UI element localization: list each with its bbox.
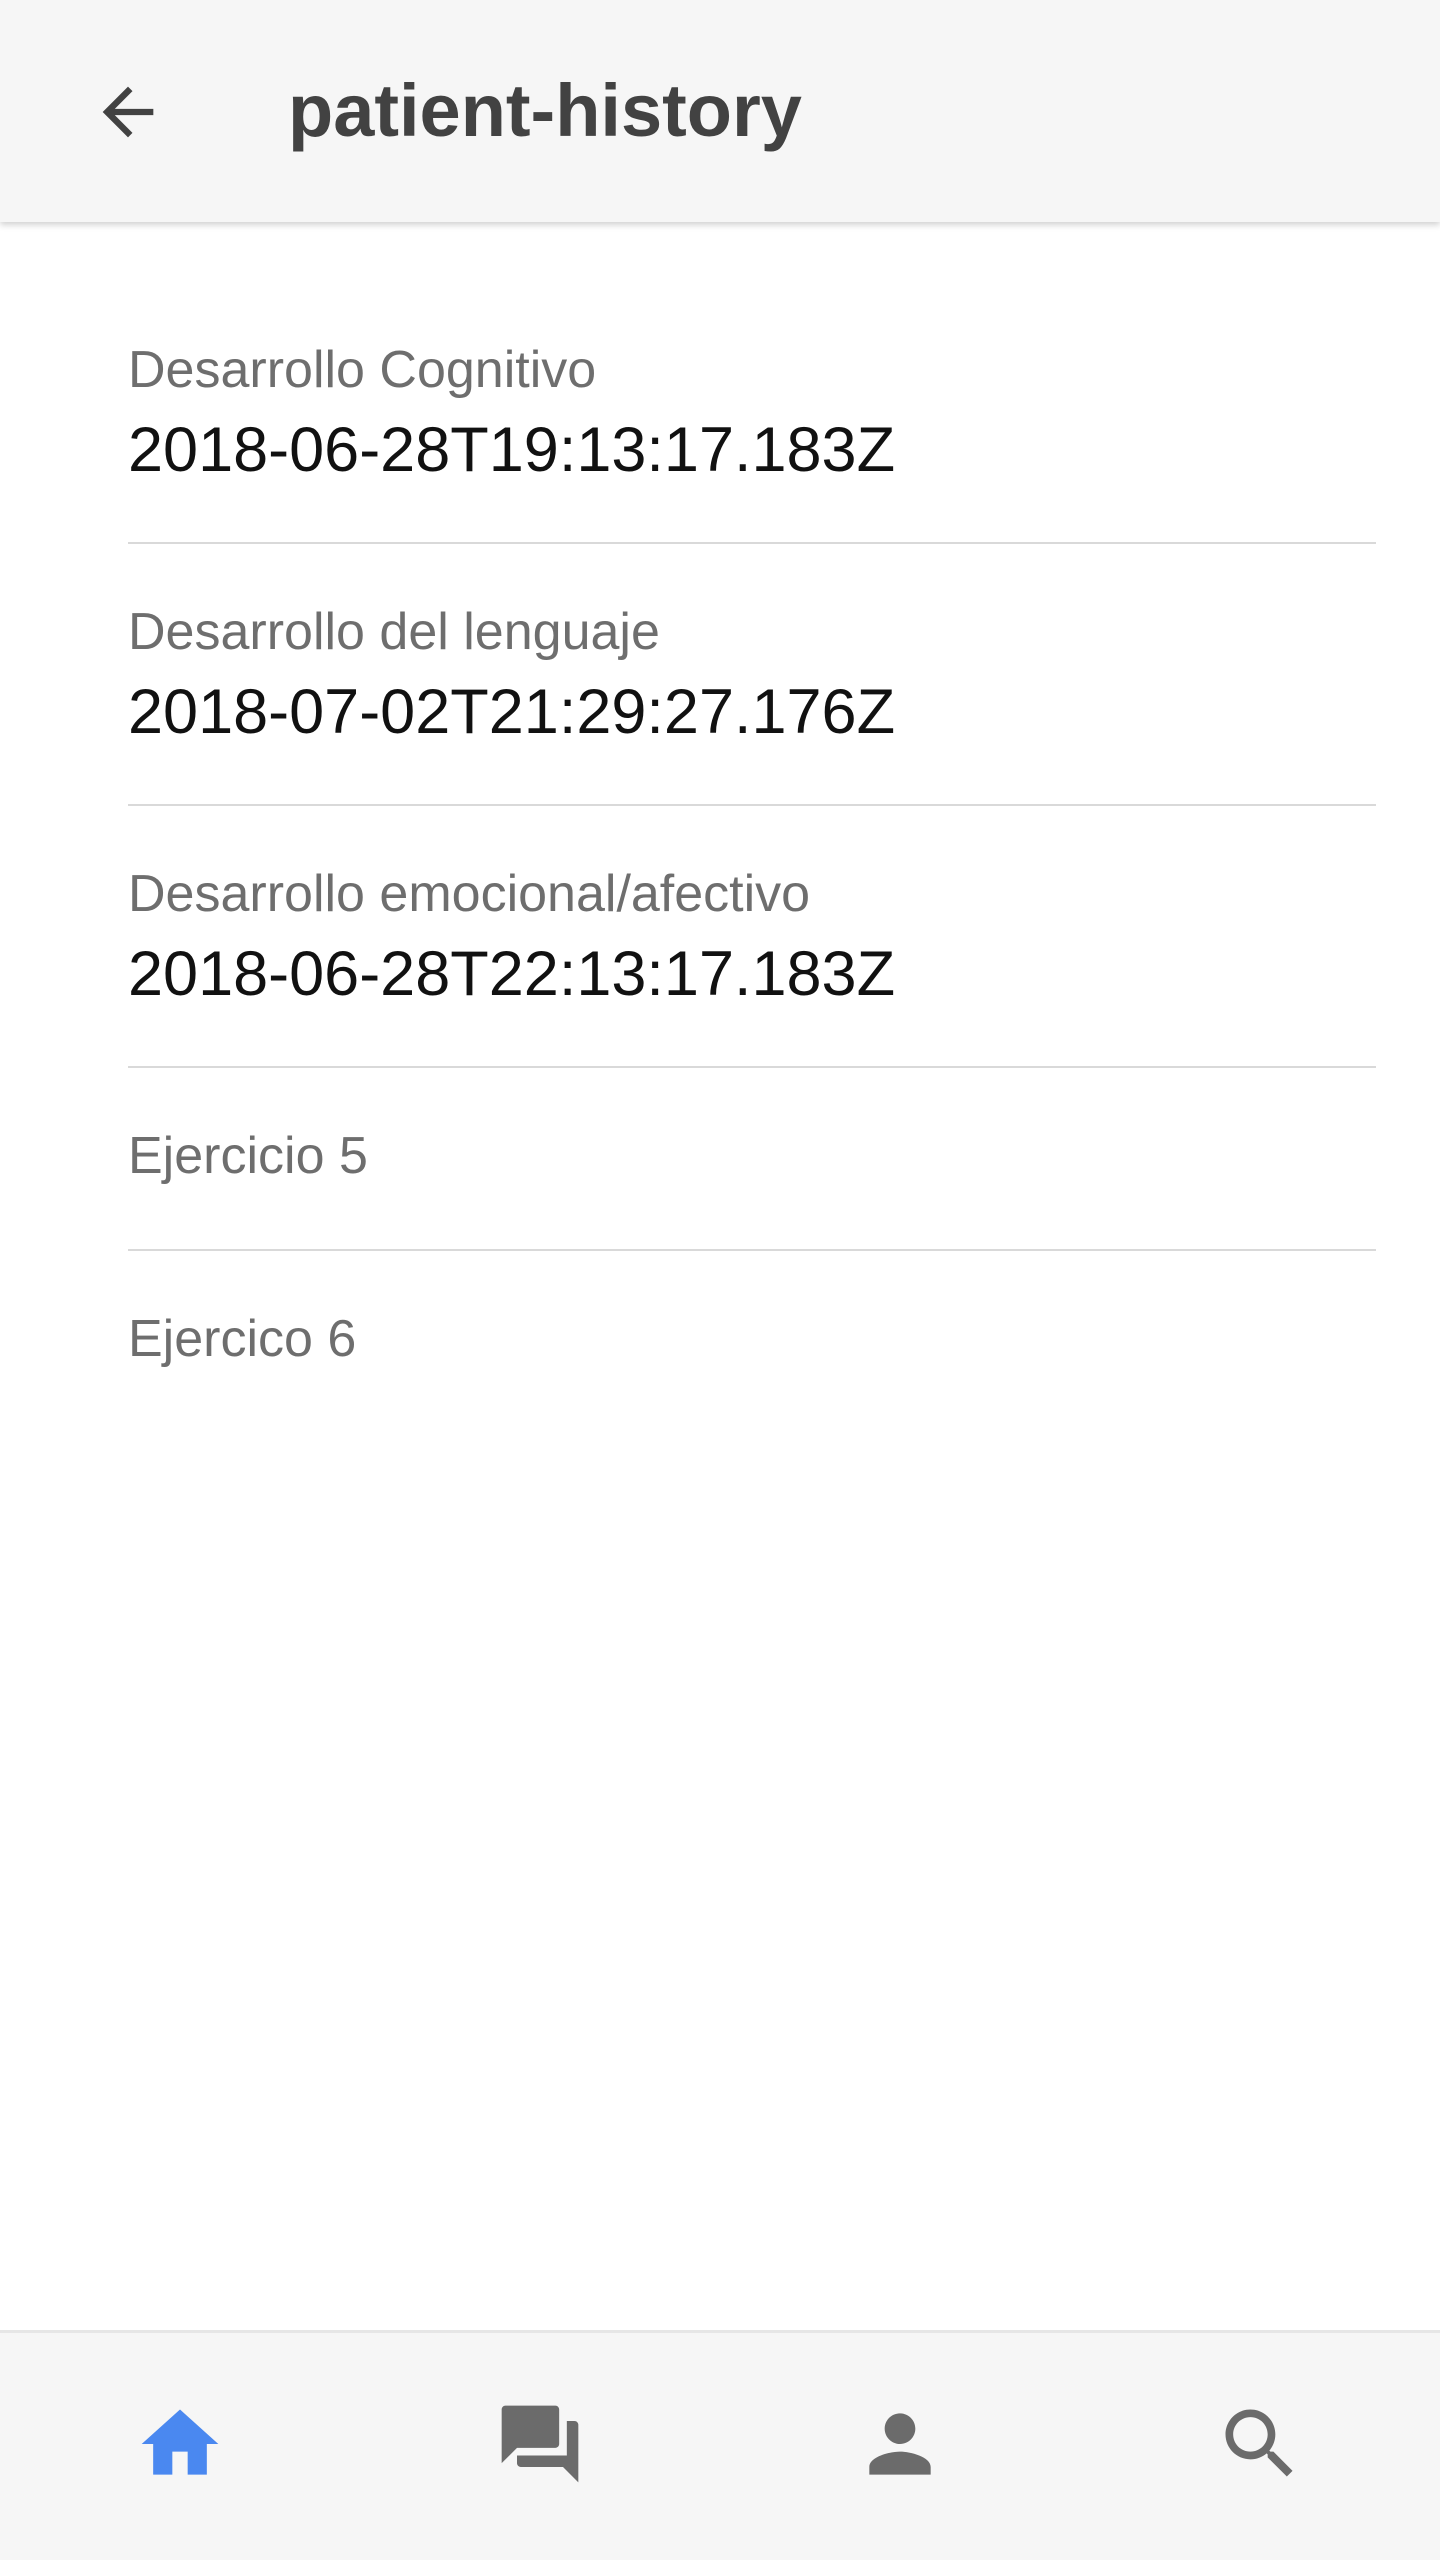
search-icon: [1225, 2409, 1293, 2477]
arrow-back-icon: [102, 86, 154, 138]
tab-chat[interactable]: [360, 2333, 720, 2560]
list-item[interactable]: Ejercicio 5: [128, 1068, 1376, 1251]
item-date: 2018-06-28T19:13:17.183Z: [128, 415, 896, 485]
item-label: Desarrollo Cognitivo: [128, 341, 597, 399]
item-date: 2018-06-28T22:13:17.183Z: [128, 939, 896, 1009]
chat-icon: [501, 2405, 579, 2482]
list-item[interactable]: Desarrollo del lenguaje 2018-07-02T21:29…: [128, 544, 1376, 806]
app-header: patient-history: [0, 0, 1440, 222]
tab-search[interactable]: [1080, 2333, 1440, 2560]
person-icon: [869, 2412, 931, 2475]
tab-home[interactable]: [0, 2333, 360, 2560]
tab-profile[interactable]: [720, 2333, 1080, 2560]
list-item[interactable]: Ejercico 6: [128, 1251, 1376, 1434]
app-screen: patient-history Desarrollo Cognitivo 201…: [0, 0, 1440, 2560]
page-title: patient-history: [288, 69, 802, 152]
home-icon: [141, 2409, 219, 2475]
history-list: Desarrollo Cognitivo 2018-06-28T19:13:17…: [128, 222, 1376, 1434]
item-label: Desarrollo del lenguaje: [128, 603, 660, 661]
item-label: Ejercico 6: [128, 1310, 357, 1368]
list-item[interactable]: Desarrollo emocional/afectivo 2018-06-28…: [128, 806, 1376, 1068]
item-label: Desarrollo emocional/afectivo: [128, 865, 811, 923]
list-item[interactable]: Desarrollo Cognitivo 2018-06-28T19:13:17…: [128, 222, 1376, 544]
bottom-navigation: [0, 2330, 1440, 2560]
item-date: 2018-07-02T21:29:27.176Z: [128, 677, 896, 747]
back-button[interactable]: [64, 52, 192, 172]
item-label: Ejercicio 5: [128, 1127, 368, 1185]
